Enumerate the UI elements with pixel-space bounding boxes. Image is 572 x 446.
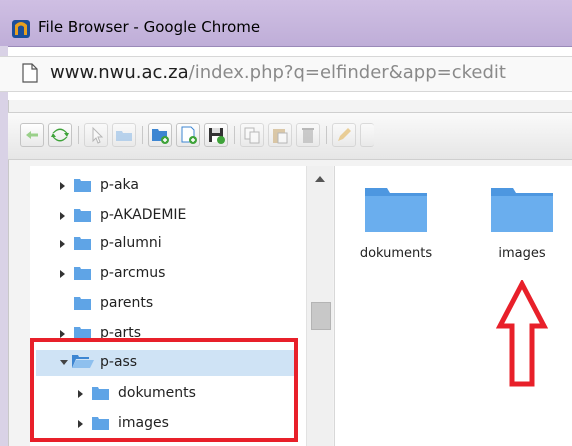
window-titlebar: File Browser - Google Chrome bbox=[0, 0, 572, 47]
tree-item-p-alumni[interactable]: p-alumni bbox=[30, 232, 306, 256]
toolbar-separator bbox=[326, 126, 327, 144]
folder-icon bbox=[74, 327, 91, 338]
tree-scrollbar[interactable] bbox=[306, 166, 333, 446]
tree-item-p-aka[interactable]: p-aka bbox=[30, 174, 306, 198]
paste-button[interactable] bbox=[268, 123, 292, 147]
url-text[interactable]: www.nwu.ac.za/index.php?q=elfinder&app=c… bbox=[50, 62, 506, 83]
window-title: File Browser - Google Chrome bbox=[38, 18, 261, 36]
scroll-up-arrow-icon[interactable] bbox=[315, 176, 325, 182]
page-icon bbox=[22, 63, 38, 83]
back-button[interactable] bbox=[20, 123, 44, 147]
folder-icon bbox=[74, 179, 91, 192]
back-icon bbox=[26, 131, 38, 139]
toolbar-separator bbox=[142, 126, 143, 144]
reload-icon bbox=[51, 128, 69, 142]
elfinder-toolbar bbox=[8, 112, 572, 160]
expand-arrow-icon[interactable] bbox=[60, 212, 65, 220]
tree-item-label: p-AKADEMIE bbox=[100, 207, 187, 223]
file-item-dokuments[interactable]: dokuments bbox=[351, 166, 441, 261]
tree-item-p-akademie[interactable]: p-AKADEMIE bbox=[30, 204, 306, 228]
delete-button[interactable] bbox=[296, 123, 320, 147]
open-button[interactable] bbox=[112, 123, 136, 147]
new-folder-icon bbox=[152, 129, 169, 144]
select-icon bbox=[92, 126, 104, 144]
reload-button[interactable] bbox=[48, 123, 72, 147]
scrollbar-thumb[interactable] bbox=[311, 302, 331, 330]
file-name: dokuments bbox=[359, 246, 433, 261]
expand-arrow-icon[interactable] bbox=[60, 330, 65, 338]
new-file-icon bbox=[181, 126, 197, 144]
toolbar-separator bbox=[78, 126, 79, 144]
open-icon bbox=[116, 131, 132, 141]
file-item-images[interactable]: images bbox=[477, 166, 567, 261]
copy-button[interactable] bbox=[240, 123, 264, 147]
upload-button[interactable] bbox=[204, 123, 228, 147]
expand-arrow-icon[interactable] bbox=[60, 240, 65, 248]
new-folder-button[interactable] bbox=[148, 123, 172, 147]
more-button[interactable] bbox=[360, 123, 374, 147]
edit-icon bbox=[338, 128, 351, 141]
expand-arrow-icon[interactable] bbox=[60, 182, 65, 190]
folder-icon bbox=[74, 297, 91, 310]
edit-button[interactable] bbox=[332, 123, 356, 147]
upload-icon bbox=[209, 128, 225, 144]
select-button[interactable] bbox=[84, 123, 108, 147]
tree-item-label: parents bbox=[100, 295, 154, 311]
tree-item-p-arts[interactable]: p-arts bbox=[30, 322, 306, 338]
annotation-up-arrow-icon bbox=[496, 280, 548, 387]
url-path: /index.php?q=elfinder&app=ckedit bbox=[188, 62, 506, 83]
folder-icon bbox=[74, 209, 91, 222]
copy-icon bbox=[244, 127, 260, 144]
tree-item-label: p-alumni bbox=[100, 235, 162, 251]
tree-item-label: p-arcmus bbox=[100, 265, 166, 281]
tree-item-parents[interactable]: parents bbox=[30, 292, 306, 316]
app-logo-icon bbox=[12, 20, 30, 38]
annotation-highlight-box bbox=[30, 338, 298, 442]
folder-icon bbox=[74, 237, 91, 250]
url-host: www.nwu.ac.za bbox=[50, 62, 189, 83]
new-file-button[interactable] bbox=[176, 123, 200, 147]
toolbar-separator bbox=[234, 126, 235, 144]
folder-icon bbox=[491, 188, 553, 232]
address-bar[interactable]: www.nwu.ac.za/index.php?q=elfinder&app=c… bbox=[0, 56, 572, 92]
window-left-edge bbox=[0, 46, 8, 446]
tree-item-label: p-arts bbox=[100, 325, 142, 338]
folder-icon bbox=[74, 267, 91, 280]
paste-icon bbox=[273, 129, 288, 144]
folder-icon bbox=[365, 188, 427, 232]
tree-item-p-arcmus[interactable]: p-arcmus bbox=[30, 262, 306, 286]
delete-icon bbox=[302, 128, 314, 143]
expand-arrow-icon[interactable] bbox=[60, 270, 65, 278]
tree-item-label: p-aka bbox=[100, 177, 139, 193]
file-name: images bbox=[498, 246, 546, 261]
